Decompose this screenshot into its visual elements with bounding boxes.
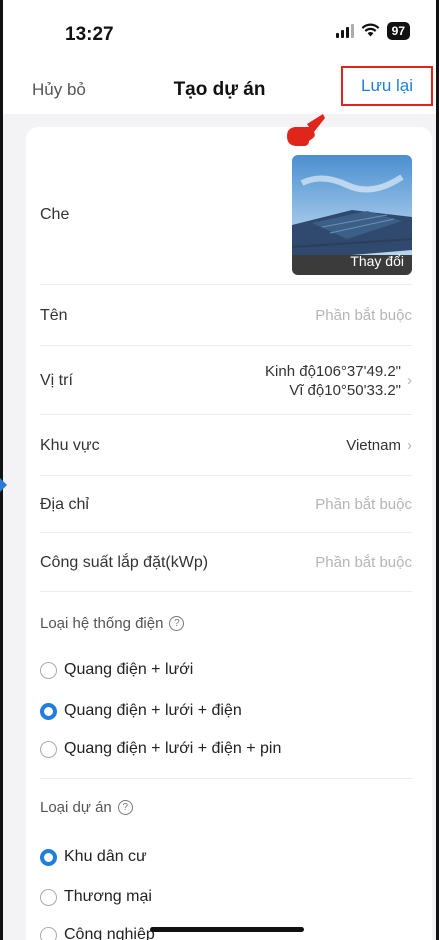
cover-image[interactable]: Thay đổi: [292, 154, 412, 275]
address-input[interactable]: Phần bắt buộc: [315, 496, 412, 513]
capacity-row[interactable]: Công suất lắp đặt(kWp) Phần bắt buộc: [40, 534, 412, 592]
option-label: Khu dân cư: [64, 848, 147, 865]
name-label: Tên: [40, 306, 68, 324]
status-bar: 13:27 97: [3, 0, 436, 70]
radio-unchecked-icon: [40, 740, 57, 758]
location-label: Vị trí: [40, 371, 73, 389]
address-label: Địa chỉ: [40, 495, 89, 513]
side-arrow-icon: [0, 478, 7, 492]
divider: [40, 778, 412, 779]
status-time: 13:27: [65, 24, 114, 45]
nav-bar: Hủy bỏ Tạo dự án Lưu lại: [3, 66, 436, 114]
option-label: Quang điện + lưới + điện + pin: [64, 740, 282, 757]
option-label: Thương mại: [64, 888, 152, 905]
system-type-option-1[interactable]: Quang điện + lưới: [40, 661, 193, 679]
location-value[interactable]: Kinh độ106°37'49.2" Vĩ độ10°50'33.2" ›: [265, 362, 412, 400]
project-type-option-1[interactable]: Khu dân cư: [40, 848, 147, 866]
system-type-title: Loại hệ thống điện ?: [40, 615, 185, 632]
project-form-card: Che Thay đổi Tên Phần bắt buộc Vị trí Ki…: [26, 127, 432, 940]
name-input[interactable]: Phần bắt buộc: [315, 307, 412, 324]
battery-icon: 97: [386, 22, 410, 40]
location-row[interactable]: Vị trí Kinh độ106°37'49.2" Vĩ độ10°50'33…: [40, 347, 412, 415]
wifi-icon: [361, 23, 380, 39]
help-icon[interactable]: ?: [117, 800, 133, 815]
address-row[interactable]: Địa chỉ Phần bắt buộc: [40, 477, 412, 533]
cover-row[interactable]: Che Thay đổi: [40, 145, 412, 285]
project-type-option-3[interactable]: Công nghiệp: [40, 926, 155, 940]
option-label: Quang điện + lưới + điện: [64, 702, 242, 719]
option-label: Quang điện + lưới: [64, 661, 194, 678]
latitude-value: Vĩ độ10°50'33.2": [289, 381, 401, 399]
system-type-title-text: Loại hệ thống điện: [40, 615, 164, 632]
help-icon[interactable]: ?: [169, 616, 185, 631]
radio-checked-icon: [40, 702, 57, 720]
radio-unchecked-icon: [40, 926, 57, 940]
radio-unchecked-icon: [40, 888, 57, 906]
region-value-text: Vietnam: [346, 437, 401, 454]
screen-frame-left: [0, 0, 3, 940]
system-type-option-2[interactable]: Quang điện + lưới + điện: [40, 702, 242, 720]
cover-label: Che: [40, 205, 70, 223]
region-value[interactable]: Vietnam ›: [346, 437, 412, 454]
home-indicator[interactable]: [150, 927, 304, 932]
save-button[interactable]: Lưu lại: [341, 66, 433, 106]
chevron-right-icon: ›: [407, 437, 412, 454]
signal-icon: [335, 24, 354, 38]
capacity-label: Công suất lắp đặt(kWp): [40, 553, 209, 571]
change-cover-label: Thay đổi: [350, 252, 404, 269]
project-type-option-2[interactable]: Thương mại: [40, 888, 152, 906]
project-type-title: Loại dự án ?: [40, 799, 133, 816]
chevron-right-icon: ›: [407, 372, 412, 389]
project-type-title-text: Loại dự án: [40, 799, 112, 816]
pointing-hand-icon: [287, 114, 325, 146]
longitude-value: Kinh độ106°37'49.2": [265, 362, 401, 380]
radio-checked-icon: [40, 848, 57, 866]
option-label: Công nghiệp: [64, 926, 155, 940]
capacity-input[interactable]: Phần bắt buộc: [315, 554, 412, 571]
status-icons: 97: [335, 22, 410, 40]
name-row[interactable]: Tên Phần bắt buộc: [40, 286, 412, 346]
radio-unchecked-icon: [40, 661, 57, 679]
system-type-option-3[interactable]: Quang điện + lưới + điện + pin: [40, 740, 281, 758]
region-label: Khu vực: [40, 436, 100, 454]
region-row[interactable]: Khu vực Vietnam ›: [40, 416, 412, 476]
